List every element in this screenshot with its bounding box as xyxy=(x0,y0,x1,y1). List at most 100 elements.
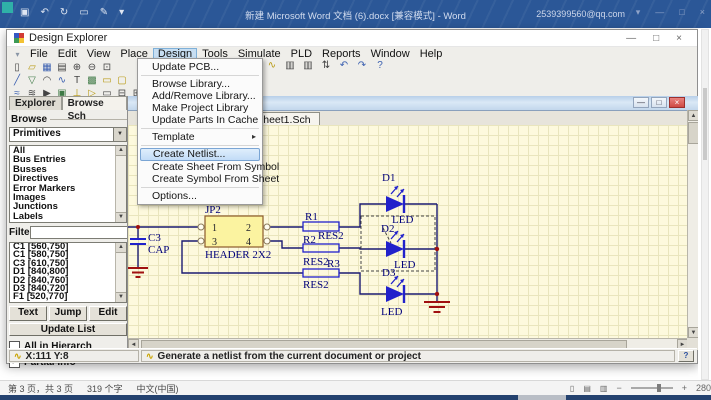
zoom-slider[interactable] xyxy=(631,387,673,389)
polygon-icon[interactable]: ▽ xyxy=(26,75,38,87)
zoom-out-icon[interactable]: ⊖ xyxy=(86,62,98,74)
menu-item-create-symbol-from-sheet[interactable]: Create Symbol From Sheet xyxy=(138,173,262,185)
category-scrollbar[interactable]: ▲ ▼ xyxy=(115,146,126,222)
account-label[interactable]: 2539399560@qq.com xyxy=(536,9,625,19)
word-scroll-thumb[interactable] xyxy=(703,88,707,160)
taskbar-item[interactable] xyxy=(518,395,566,400)
tab-explorer[interactable]: Explorer xyxy=(9,96,62,110)
web-layout-icon[interactable]: ▥ xyxy=(600,384,608,393)
maximize-icon[interactable]: □ xyxy=(679,7,684,18)
led-d2[interactable]: D2 LED xyxy=(381,223,415,271)
zoom-out-control[interactable]: − xyxy=(616,383,621,393)
zoom-in-icon[interactable]: ⊕ xyxy=(71,62,83,74)
arc-icon[interactable]: ◠ xyxy=(41,75,53,87)
minimize-icon[interactable]: — xyxy=(655,7,664,18)
capacitor-c3[interactable]: C3 CAP xyxy=(128,225,169,277)
array-icon[interactable]: ▩ xyxy=(86,75,98,87)
rectangle-icon[interactable]: ▭ xyxy=(101,75,113,87)
menu-reports[interactable]: Reports xyxy=(317,48,366,61)
edit-button[interactable]: Edit xyxy=(89,306,127,321)
menu-item-make-project-library[interactable]: Make Project Library xyxy=(138,102,262,114)
save-icon[interactable]: ▣ xyxy=(20,6,29,20)
zoom-in-control[interactable]: + xyxy=(682,383,687,393)
read-mode-icon[interactable]: ▯ xyxy=(570,384,574,393)
ground-symbol[interactable] xyxy=(424,302,450,312)
zoom-slider-thumb[interactable] xyxy=(657,384,661,392)
tab-browse-sch[interactable]: Browse Sch xyxy=(62,96,127,110)
object-item[interactable]: F1 [520,770] xyxy=(10,293,126,301)
menu-item-update-pcb[interactable]: Update PCB... xyxy=(138,61,262,73)
connector-jp2[interactable]: 1 2 3 4 JP2 HEADER 2X2 xyxy=(198,204,271,261)
close-icon[interactable]: × xyxy=(700,7,705,18)
menu-window[interactable]: Window xyxy=(366,48,415,61)
touch-mode-icon[interactable]: ▭ xyxy=(79,6,88,20)
led-d1[interactable]: D1 LED xyxy=(382,172,413,226)
menu-grip-icon[interactable]: ▾ xyxy=(10,50,25,59)
word-count[interactable]: 319 个字 xyxy=(87,382,123,395)
menu-item-add-remove-library[interactable]: Add/Remove Library... xyxy=(138,90,262,102)
new-document-icon[interactable]: ▯ xyxy=(11,62,23,74)
scroll-down-icon[interactable]: ▼ xyxy=(116,212,126,222)
help-icon[interactable]: ? xyxy=(374,60,386,72)
ribbon-options-icon[interactable]: ▾ xyxy=(636,7,641,18)
scroll-down-icon[interactable]: ▼ xyxy=(116,292,126,302)
menu-item-create-sheet-from-symbol[interactable]: Create Sheet From Symbol xyxy=(138,161,262,173)
menu-item-options[interactable]: Options... xyxy=(138,190,262,202)
sheet-close-icon[interactable]: × xyxy=(669,97,685,108)
netlist-hierarchy-icon[interactable]: ▥ xyxy=(302,60,314,72)
hint-marker-icon: ∿ xyxy=(146,351,154,362)
redo-icon[interactable]: ↻ xyxy=(60,6,68,20)
design-explorer-window: Design Explorer — □ × ▾ File Edit View P… xyxy=(6,29,698,364)
sheet-minimize-icon[interactable]: — xyxy=(633,97,649,108)
dropdown-value: Primitives xyxy=(13,128,61,141)
scroll-up-icon[interactable]: ▲ xyxy=(116,243,126,253)
open-icon[interactable]: ▱ xyxy=(26,62,38,74)
app-maximize-icon[interactable]: □ xyxy=(653,33,659,44)
menu-help[interactable]: Help xyxy=(415,48,448,61)
undo-icon[interactable]: ↶ xyxy=(338,60,350,72)
menu-view[interactable]: View xyxy=(82,48,116,61)
browse-mode-dropdown[interactable]: Primitives ▼ xyxy=(9,127,127,142)
menu-item-browse-library[interactable]: Browse Library... xyxy=(138,78,262,90)
sheet-restore-icon[interactable]: □ xyxy=(651,97,667,108)
scroll-up-icon[interactable]: ▲ xyxy=(116,146,126,156)
menu-edit[interactable]: Edit xyxy=(53,48,82,61)
netlist-icon[interactable]: ▥ xyxy=(284,60,296,72)
menu-item-create-netlist[interactable]: Create Netlist... xyxy=(140,148,260,161)
word-app-icon[interactable] xyxy=(2,2,13,13)
app-close-icon[interactable]: × xyxy=(676,33,682,44)
page-indicator[interactable]: 第 3 页，共 3 页 xyxy=(8,382,73,395)
menu-item-template[interactable]: Template ▸ xyxy=(138,131,262,143)
language-indicator[interactable]: 中文(中国) xyxy=(137,382,179,395)
chevron-down-icon[interactable]: ▼ xyxy=(113,128,126,141)
line-icon[interactable]: ╱ xyxy=(11,75,23,87)
jump-button[interactable]: Jump xyxy=(49,306,87,321)
context-help-button[interactable]: ? xyxy=(678,350,694,362)
annotate-icon[interactable]: ⇅ xyxy=(320,60,332,72)
word-scrollbar[interactable] xyxy=(701,29,709,380)
text-icon[interactable]: T xyxy=(71,75,83,87)
draw-icon[interactable]: ✎ xyxy=(100,6,108,20)
text-button[interactable]: Text xyxy=(9,306,47,321)
menu-pld[interactable]: PLD xyxy=(286,48,317,61)
curve-icon[interactable]: ∿ xyxy=(56,75,68,87)
redo-icon[interactable]: ↷ xyxy=(356,60,368,72)
zoom-percentage[interactable]: 280% xyxy=(696,383,711,393)
menu-item-update-parts-in-cache[interactable]: Update Parts In Cache xyxy=(138,114,262,126)
menu-file[interactable]: File xyxy=(25,48,53,61)
simulate-icon[interactable]: ∿ xyxy=(266,60,278,72)
object-list[interactable]: C1 [560,750] C1 [580,750] C3 [610,750] D… xyxy=(9,242,127,303)
list-item[interactable]: Labels xyxy=(10,212,126,221)
print-icon[interactable]: ▤ xyxy=(56,62,68,74)
led-d3[interactable]: D3 LED xyxy=(381,267,404,318)
customize-qat-icon[interactable]: ▾ xyxy=(119,6,124,20)
round-rectangle-icon[interactable]: ▢ xyxy=(116,75,128,87)
object-scrollbar[interactable]: ▲ ▼ xyxy=(115,243,126,302)
undo-icon[interactable]: ↶ xyxy=(40,6,48,20)
print-layout-icon[interactable]: ▤ xyxy=(583,384,591,393)
save-icon[interactable]: ▦ xyxy=(41,62,53,74)
zoom-area-icon[interactable]: ⊡ xyxy=(101,62,113,74)
category-list[interactable]: All Bus Entries Busses Directives Error … xyxy=(9,145,127,223)
update-list-button[interactable]: Update List xyxy=(9,323,127,336)
app-minimize-icon[interactable]: — xyxy=(626,33,636,44)
